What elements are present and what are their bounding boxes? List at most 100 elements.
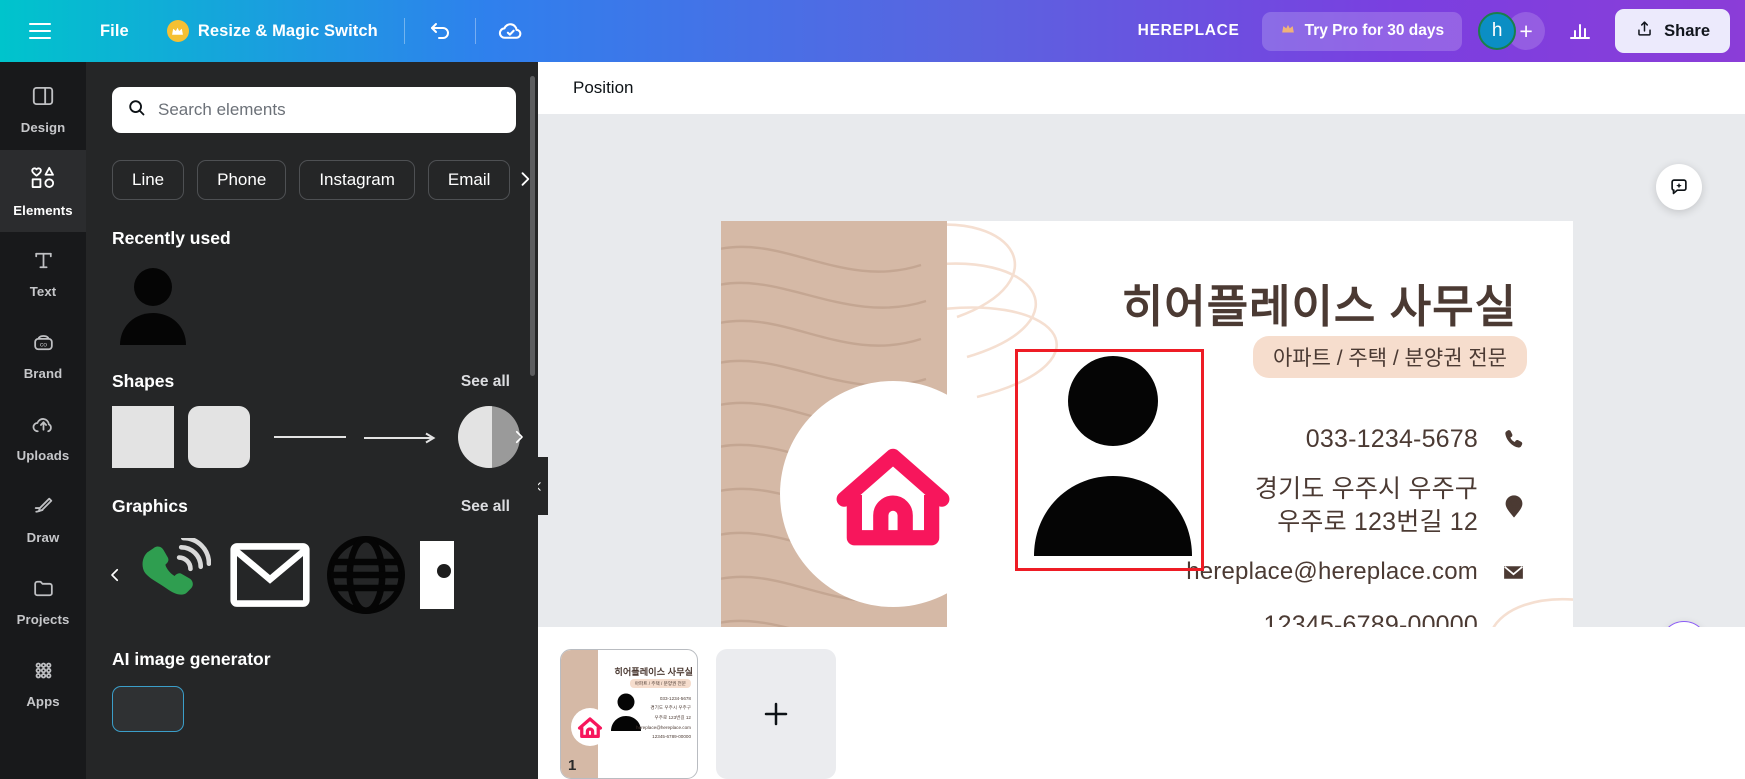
chevron-left-icon[interactable]: [100, 560, 130, 590]
page-number: 1: [568, 757, 577, 774]
shapes-see-all-link[interactable]: See all: [461, 373, 510, 391]
editor-area: Position 히어플레이스 사무실 아파트 / 주택 / 분양권 전문 03…: [528, 62, 1745, 779]
graphic-ringing-phone-icon[interactable]: [126, 527, 222, 623]
thumb-line: 우주로 123번길 12: [654, 715, 691, 720]
graphics-row: [86, 527, 538, 623]
design-title[interactable]: HEREPLACE: [1138, 22, 1240, 40]
sidebar-item-label: Draw: [26, 529, 60, 545]
contact-address-text: 경기도 우주시 우주구 우주로 123번길 12: [1254, 475, 1478, 536]
shapes-section: Shapes See all: [86, 371, 538, 470]
crown-icon: [166, 20, 189, 42]
chip-instagram[interactable]: Instagram: [299, 160, 415, 200]
share-button[interactable]: Share: [1615, 9, 1730, 53]
chevron-right-icon[interactable]: [508, 162, 538, 196]
thumb-contact-lines: 033-1234-5678 경기도 우주시 우주구 우주로 123번길 12 h…: [617, 696, 691, 739]
text-icon: [31, 248, 56, 278]
projects-icon: [31, 576, 56, 606]
sidebar-item-label: Uploads: [16, 447, 70, 463]
elements-panel: Line Phone Instagram Email Recently used: [86, 62, 538, 779]
graphics-header: Graphics See all: [112, 496, 510, 517]
try-pro-button[interactable]: Try Pro for 30 days: [1261, 11, 1463, 51]
contact-email-text: hereplace@hereplace.com: [1186, 558, 1478, 586]
sidebar-item-projects[interactable]: Projects: [0, 560, 86, 642]
collaborators: h +: [1478, 12, 1546, 50]
avatar[interactable]: h: [1478, 12, 1517, 50]
resize-magic-switch-button[interactable]: Resize & Magic Switch: [155, 13, 390, 49]
graphics-section: Graphics See all: [86, 496, 538, 623]
sidebar-item-design[interactable]: Design: [0, 68, 86, 150]
toolbar-divider: [403, 18, 405, 44]
hamburger-icon[interactable]: [29, 23, 51, 39]
bar-chart-icon[interactable]: [1559, 10, 1601, 52]
shape-rounded-square[interactable]: [188, 406, 250, 468]
cloud-sync-icon[interactable]: [490, 10, 532, 52]
mail-icon: [1500, 559, 1527, 586]
graphic-mail-icon[interactable]: [222, 527, 318, 623]
shapes-row: [112, 404, 538, 470]
search-container: [112, 87, 516, 133]
search-input-wrapper[interactable]: [112, 87, 516, 133]
draw-icon: [31, 494, 56, 524]
add-page-button[interactable]: [716, 649, 836, 779]
graphic-globe-icon[interactable]: [318, 527, 414, 623]
chip-phone[interactable]: Phone: [197, 160, 287, 200]
home-logo-badge: [780, 381, 1006, 607]
sidebar-item-label: Elements: [13, 203, 73, 218]
apps-icon: [31, 658, 56, 688]
chevron-right-icon[interactable]: [504, 422, 534, 452]
top-toolbar: File Resize & Magic Switch HEREPLACE Try…: [0, 0, 1745, 62]
sidebar-item-label: Brand: [23, 365, 63, 381]
section-title: Recently used: [112, 228, 231, 248]
elements-icon: [29, 164, 57, 197]
design-icon: [30, 83, 56, 114]
ai-image-generator-tile[interactable]: [112, 686, 184, 732]
shapes-header: Shapes See all: [112, 371, 510, 392]
shape-square[interactable]: [112, 406, 174, 468]
page-thumbnail[interactable]: 히어플레이스 사무실 아파트 / 주택 / 분양권 전문 033-1234-56…: [560, 649, 698, 779]
shape-line[interactable]: [274, 436, 346, 438]
graphic-partial-icon[interactable]: [414, 527, 456, 623]
shape-arrow[interactable]: [364, 431, 440, 444]
contact-phone-text: 033-1234-5678: [1305, 424, 1478, 453]
page-strip: 히어플레이스 사무실 아파트 / 주택 / 분양권 전문 033-1234-56…: [538, 627, 1745, 779]
upload-icon: [1635, 19, 1654, 43]
thumb-badge: 아파트 / 주택 / 분양권 전문: [629, 679, 691, 688]
section-title: Graphics: [112, 496, 188, 516]
sidebar-item-brand[interactable]: co Brand: [0, 314, 86, 396]
crown-icon-pro: [1280, 22, 1296, 41]
recently-used-section: Recently used: [86, 228, 538, 345]
home-icon: [836, 448, 950, 546]
undo-icon[interactable]: [419, 10, 461, 52]
selection-bounding-box[interactable]: [1015, 349, 1204, 571]
design-toolbar: Position: [538, 62, 1745, 114]
sidebar-item-label: Projects: [16, 611, 70, 627]
search-input[interactable]: [158, 100, 502, 120]
recently-used-header: Recently used: [112, 228, 510, 249]
graphics-see-all-link[interactable]: See all: [461, 498, 510, 516]
sidebar-item-draw[interactable]: Draw: [0, 478, 86, 560]
card-subtitle-badge[interactable]: 아파트 / 주택 / 분양권 전문: [1252, 336, 1527, 378]
sidebar-item-text[interactable]: Text: [0, 232, 86, 314]
resize-magic-switch-label: Resize & Magic Switch: [197, 21, 378, 40]
sidebar-item-uploads[interactable]: Uploads: [0, 396, 86, 478]
person-icon[interactable]: [112, 263, 194, 345]
panel-scrollbar[interactable]: [530, 76, 535, 376]
sidebar-item-elements[interactable]: Elements: [0, 150, 86, 232]
ai-image-generator-header: AI image generator: [112, 649, 510, 670]
thumb-line: hereplace@hereplace.com: [636, 725, 691, 730]
position-button[interactable]: Position: [560, 69, 646, 107]
sparkle-chat-icon[interactable]: [1656, 164, 1702, 210]
card-title[interactable]: 히어플레이스 사무실: [1073, 270, 1573, 335]
chip-email[interactable]: Email: [427, 160, 511, 200]
ai-image-generator-section: AI image generator: [86, 649, 538, 732]
share-label: Share: [1664, 21, 1710, 40]
file-menu-button[interactable]: File: [88, 15, 141, 48]
home-icon: [577, 717, 603, 738]
chip-line[interactable]: Line: [112, 160, 185, 200]
recently-used-row: [112, 263, 538, 345]
thumb-home-badge: [571, 708, 609, 746]
sidebar-item-apps[interactable]: Apps: [0, 642, 86, 724]
thumb-line: 12345-6789-00000: [652, 734, 691, 739]
location-pin-icon: [1500, 493, 1527, 520]
thumb-line: 경기도 우주시 우주구: [650, 705, 691, 710]
